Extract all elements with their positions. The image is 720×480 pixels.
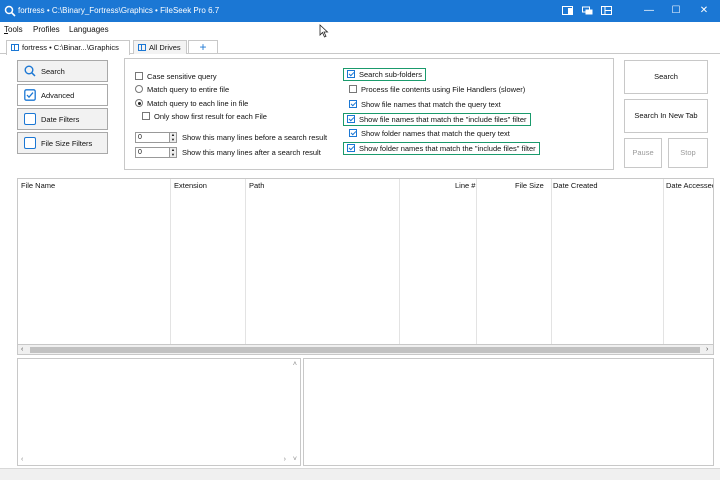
column-header-file-name[interactable]: File Name	[21, 181, 55, 190]
blank-box-icon	[24, 137, 36, 149]
status-bar	[0, 468, 720, 480]
scroll-left-icon[interactable]: ‹	[21, 456, 23, 463]
match-entire-file-radio[interactable]: Match query to entire file	[135, 85, 229, 95]
tab-label: All Drives	[149, 43, 181, 52]
file-list-pane[interactable]: ˄ ˅ ‹ ›	[17, 358, 301, 466]
column-header-extension[interactable]: Extension	[174, 181, 207, 190]
lines-before-stepper[interactable]: 0 ▲ ▼	[135, 132, 177, 143]
preview-pane[interactable]	[303, 358, 714, 466]
column-header-date-accessed[interactable]: Date Accessed	[666, 181, 713, 190]
app-logo-icon	[4, 5, 16, 17]
window-tile-icon[interactable]	[582, 6, 593, 15]
column-divider[interactable]	[170, 179, 171, 344]
blank-box-icon	[24, 113, 36, 125]
window-dock-icon[interactable]	[562, 6, 573, 15]
results-table[interactable]: File Name Extension Path Line # File Siz…	[17, 178, 714, 345]
lines-before-label: Show this many lines before a search res…	[182, 133, 328, 142]
add-tab-button[interactable]: +	[188, 40, 218, 54]
column-header-file-size[interactable]: File Size	[515, 181, 544, 190]
column-divider[interactable]	[551, 179, 552, 344]
tab-window-icon	[11, 44, 19, 51]
checkbox[interactable]	[135, 72, 143, 80]
radio-button[interactable]	[135, 99, 143, 107]
case-sensitive-checkbox[interactable]: Case sensitive query	[135, 72, 217, 82]
tab-all-drives[interactable]: All Drives	[133, 40, 187, 54]
show-file-names-query-checkbox[interactable]: Show file names that match the query tex…	[349, 100, 501, 110]
checkbox[interactable]	[347, 115, 355, 123]
checkbox[interactable]	[349, 85, 357, 93]
scroll-down-icon[interactable]: ˅	[293, 456, 297, 463]
column-divider[interactable]	[663, 179, 664, 344]
pause-button[interactable]: Pause	[624, 138, 662, 168]
column-divider[interactable]	[399, 179, 400, 344]
lines-after-label: Show this many lines after a search resu…	[182, 148, 321, 157]
window-title: fortress • C:\Binary_Fortress\Graphics •…	[18, 6, 220, 15]
process-file-handlers-checkbox[interactable]: Process file contents using File Handler…	[349, 85, 525, 95]
checkbox[interactable]	[349, 100, 357, 108]
results-horizontal-scrollbar[interactable]: ‹ ›	[17, 345, 714, 355]
checkbox[interactable]	[349, 129, 357, 137]
radio-button[interactable]	[135, 85, 143, 93]
scroll-right-icon[interactable]: ›	[284, 456, 286, 463]
scroll-right-icon[interactable]: ›	[706, 345, 708, 355]
tab-window-icon	[138, 44, 146, 51]
advanced-options-panel: Case sensitive query Match query to enti…	[124, 58, 614, 170]
menu-bar: Tools Profiles Languages	[0, 22, 720, 38]
show-folder-names-query-checkbox[interactable]: Show folder names that match the query t…	[349, 129, 510, 139]
nav-label: Date Filters	[41, 115, 80, 124]
nav-advanced[interactable]: Advanced	[17, 84, 108, 106]
column-divider[interactable]	[476, 179, 477, 344]
nav-label: Advanced	[41, 91, 75, 100]
nav-date-filters[interactable]: Date Filters	[17, 108, 108, 130]
nav-label: Search	[41, 67, 65, 76]
scrollbar-thumb[interactable]	[30, 347, 700, 353]
nav-label: File Size Filters	[41, 139, 93, 148]
column-divider[interactable]	[245, 179, 246, 344]
column-header-date-created[interactable]: Date Created	[553, 181, 598, 190]
search-button[interactable]: Search	[624, 60, 708, 94]
checkbox[interactable]	[347, 144, 355, 152]
menu-languages[interactable]: Languages	[69, 25, 109, 34]
scroll-up-icon[interactable]: ˄	[293, 361, 297, 368]
stop-button[interactable]: Stop	[668, 138, 708, 168]
checkbox[interactable]	[347, 70, 355, 78]
nav-file-size-filters[interactable]: File Size Filters	[17, 132, 108, 154]
tab-fortress[interactable]: fortress • C:\Binar...\Graphics	[6, 40, 130, 55]
search-subfolders-checkbox[interactable]: Search sub-folders	[343, 68, 426, 81]
magnifier-icon	[24, 65, 36, 77]
checkbox-icon	[24, 89, 36, 101]
mouse-cursor-icon	[319, 24, 329, 38]
stepper-arrows-icon[interactable]: ▲ ▼	[169, 132, 176, 142]
column-header-line-number[interactable]: Line #	[455, 181, 475, 190]
lines-after-stepper[interactable]: 0 ▲ ▼	[135, 147, 177, 158]
match-each-line-radio[interactable]: Match query to each line in file	[135, 99, 248, 109]
only-first-result-checkbox[interactable]: Only show first result for each File	[142, 112, 267, 122]
close-button[interactable]: ✕	[688, 0, 720, 22]
column-header-path[interactable]: Path	[249, 181, 264, 190]
menu-tools[interactable]: Tools	[4, 25, 23, 34]
show-folder-names-include-checkbox[interactable]: Show folder names that match the "includ…	[343, 142, 540, 155]
title-bar: fortress • C:\Binary_Fortress\Graphics •…	[0, 0, 720, 22]
tab-label: fortress • C:\Binar...\Graphics	[22, 43, 119, 52]
tab-bar: fortress • C:\Binar...\Graphics All Driv…	[0, 38, 720, 55]
search-new-tab-button[interactable]: Search In New Tab	[624, 99, 708, 133]
stepper-arrows-icon[interactable]: ▲ ▼	[169, 147, 176, 157]
show-file-names-include-checkbox[interactable]: Show file names that match the "include …	[343, 113, 531, 126]
scroll-left-icon[interactable]: ‹	[21, 345, 23, 355]
nav-search[interactable]: Search	[17, 60, 108, 82]
window-layout-icon[interactable]	[601, 6, 612, 15]
checkbox[interactable]	[142, 112, 150, 120]
menu-profiles[interactable]: Profiles	[33, 25, 60, 34]
